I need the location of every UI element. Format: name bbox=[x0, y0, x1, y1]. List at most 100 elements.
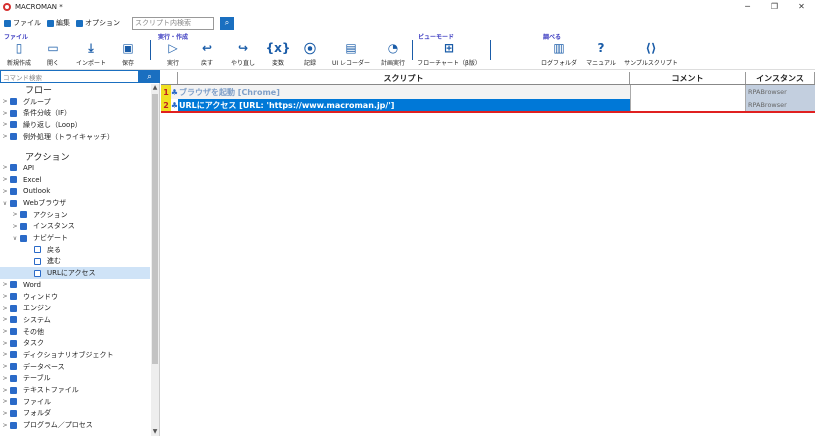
ribbon-separator bbox=[412, 40, 413, 60]
chevron-right-icon[interactable]: > bbox=[0, 387, 10, 394]
chevron-right-icon[interactable]: > bbox=[0, 188, 10, 195]
chevron-right-icon[interactable]: > bbox=[0, 281, 10, 288]
tree-item[interactable]: URLにアクセス bbox=[0, 267, 150, 279]
chevron-right-icon[interactable]: > bbox=[0, 176, 10, 183]
redo-icon: ↪ bbox=[237, 41, 249, 55]
ribbon: ファイル 実行・作成 ビューモード 調べる ▯ 新規作成 ▭ 開く ⤓ インポート ▣… bbox=[0, 31, 815, 70]
menu-options-label: オプション bbox=[85, 19, 120, 27]
chevron-right-icon[interactable]: > bbox=[0, 351, 10, 358]
tree-item[interactable]: > API bbox=[0, 162, 150, 174]
tree-item[interactable]: > 例外処理（トライキャッチ） bbox=[0, 131, 150, 143]
menu-edit[interactable]: 編集 bbox=[47, 18, 70, 28]
tree-item[interactable]: ∨ Webブラウザ bbox=[0, 197, 150, 209]
redo-button[interactable]: ↪ やり直し bbox=[229, 41, 257, 69]
row-comment[interactable] bbox=[630, 99, 746, 111]
header-comment[interactable]: コメント bbox=[630, 72, 746, 84]
chevron-right-icon[interactable]: > bbox=[10, 223, 20, 230]
tree-item[interactable]: ∨ ナビゲート bbox=[0, 232, 150, 244]
tree-item[interactable]: > テキストファイル bbox=[0, 384, 150, 396]
minimize-button[interactable]: ─ bbox=[734, 0, 761, 13]
tree-item[interactable]: > 条件分岐（IF） bbox=[0, 107, 150, 119]
tree-item-label: Excel bbox=[23, 175, 42, 184]
redo-button-label: やり直し bbox=[230, 60, 255, 67]
table-row[interactable]: 1 ♣ ブラウザを起動 [Chrome] RPABrowser bbox=[161, 85, 815, 99]
chevron-right-icon[interactable]: > bbox=[0, 316, 10, 323]
tree-item[interactable]: > インスタンス bbox=[0, 221, 150, 233]
tree-item[interactable]: > タスク bbox=[0, 337, 150, 349]
tree-item[interactable]: > アクション bbox=[0, 209, 150, 221]
chevron-right-icon[interactable]: > bbox=[0, 305, 10, 312]
tree-item[interactable]: > グループ bbox=[0, 96, 150, 108]
new-button[interactable]: ▯ 新規作成 bbox=[6, 41, 32, 69]
chevron-right-icon[interactable]: > bbox=[0, 293, 10, 300]
chevron-down-icon[interactable]: ∨ bbox=[10, 235, 20, 242]
run-button[interactable]: ▷ 実行 bbox=[163, 41, 183, 69]
tree-item[interactable]: > ファイル bbox=[0, 396, 150, 408]
chevron-right-icon[interactable]: > bbox=[0, 375, 10, 382]
chevron-right-icon[interactable]: > bbox=[0, 110, 10, 117]
header-instance[interactable]: インスタンス bbox=[746, 72, 815, 84]
chevron-right-icon[interactable]: > bbox=[0, 422, 10, 429]
command-search-input[interactable]: コマンド検索 bbox=[0, 70, 139, 83]
save-button-label: 保存 bbox=[121, 60, 134, 67]
command-tree: フロー > グループ > 条件分岐（IF） > 繰り返し（Loop） > 例外処理（トライキャ… bbox=[0, 84, 150, 431]
undo-button[interactable]: ↩ 戻す bbox=[197, 41, 217, 69]
chevron-right-icon[interactable]: > bbox=[0, 328, 10, 335]
tree-item[interactable]: > フォルダ bbox=[0, 408, 150, 420]
chevron-right-icon[interactable]: > bbox=[0, 363, 10, 370]
chevron-down-icon[interactable]: ∨ bbox=[0, 200, 10, 207]
ui-recorder-button[interactable]: ▤ UI レコーダー bbox=[331, 41, 371, 69]
search-icon[interactable]: ⌕ bbox=[139, 70, 160, 83]
schedule-button[interactable]: ◔ 計画実行 bbox=[378, 41, 408, 69]
search-icon[interactable]: ⌕ bbox=[220, 16, 234, 30]
manual-button[interactable]: ? マニュアル bbox=[585, 41, 617, 69]
record-button[interactable]: ⦿ 記録 bbox=[300, 41, 320, 69]
scroll-down-icon[interactable]: ▼ bbox=[151, 428, 159, 436]
chevron-right-icon[interactable]: > bbox=[0, 133, 10, 140]
tree-item[interactable]: > Excel bbox=[0, 174, 150, 186]
header-script[interactable]: スクリプト bbox=[178, 72, 630, 84]
chevron-right-icon[interactable]: > bbox=[0, 340, 10, 347]
scroll-up-icon[interactable]: ▲ bbox=[151, 84, 159, 92]
chevron-right-icon[interactable]: > bbox=[0, 410, 10, 417]
tree-item[interactable]: > テーブル bbox=[0, 373, 150, 385]
tree-item-label: Outlook bbox=[23, 187, 51, 196]
chevron-right-icon[interactable]: > bbox=[0, 98, 10, 105]
save-button[interactable]: ▣ 保存 bbox=[118, 41, 138, 69]
tree-item[interactable]: > ウィンドウ bbox=[0, 291, 150, 303]
tree-item-label: 例外処理（トライキャッチ） bbox=[23, 132, 114, 141]
row-number: 2 bbox=[161, 99, 171, 111]
help-icon: ? bbox=[597, 41, 605, 55]
chevron-right-icon[interactable]: > bbox=[0, 164, 10, 171]
tree-item[interactable]: 戻る bbox=[0, 244, 150, 256]
script-search-input[interactable]: スクリプト内検索 bbox=[132, 16, 214, 30]
sample-script-button[interactable]: ⟨⟩ サンプルスクリプト bbox=[623, 41, 679, 69]
tree-item[interactable]: > 繰り返し（Loop） bbox=[0, 119, 150, 131]
tree-scrollbar[interactable]: ▲ ▼ bbox=[151, 84, 159, 436]
log-folder-button[interactable]: ▥ ログフォルダ bbox=[539, 41, 579, 69]
tree-item[interactable]: > Word bbox=[0, 279, 150, 291]
tree-item[interactable]: > データベース bbox=[0, 361, 150, 373]
row-comment[interactable] bbox=[630, 85, 746, 99]
chevron-right-icon[interactable]: > bbox=[10, 211, 20, 218]
variable-button[interactable]: {x} 変数 bbox=[266, 41, 291, 69]
tree-item[interactable]: > プログラム／プロセス bbox=[0, 419, 150, 431]
maximize-button[interactable]: ❐ bbox=[761, 0, 788, 13]
scrollbar-thumb[interactable] bbox=[152, 94, 158, 364]
close-button[interactable]: ✕ bbox=[788, 0, 815, 13]
import-button[interactable]: ⤓ インポート bbox=[75, 41, 107, 69]
menu-options[interactable]: オプション bbox=[76, 18, 120, 28]
chevron-right-icon[interactable]: > bbox=[0, 121, 10, 128]
flowchart-button[interactable]: ⊞ フローチャート（β版） bbox=[417, 41, 481, 69]
tree-item[interactable]: 進む bbox=[0, 256, 150, 268]
chevron-right-icon[interactable]: > bbox=[0, 398, 10, 405]
open-button[interactable]: ▭ 開く bbox=[43, 41, 63, 69]
tree-item[interactable]: > ディクショナリオブジェクト bbox=[0, 349, 150, 361]
menu-file[interactable]: ファイル bbox=[4, 18, 41, 28]
tree-item[interactable]: > システム bbox=[0, 314, 150, 326]
open-button-label: 開く bbox=[46, 60, 59, 67]
tree-item[interactable]: > エンジン bbox=[0, 302, 150, 314]
tree-item[interactable]: > その他 bbox=[0, 326, 150, 338]
table-row[interactable]: 2 ♣ URLにアクセス [URL: 'https://www.macroman… bbox=[161, 99, 815, 113]
tree-item[interactable]: > Outlook bbox=[0, 186, 150, 198]
